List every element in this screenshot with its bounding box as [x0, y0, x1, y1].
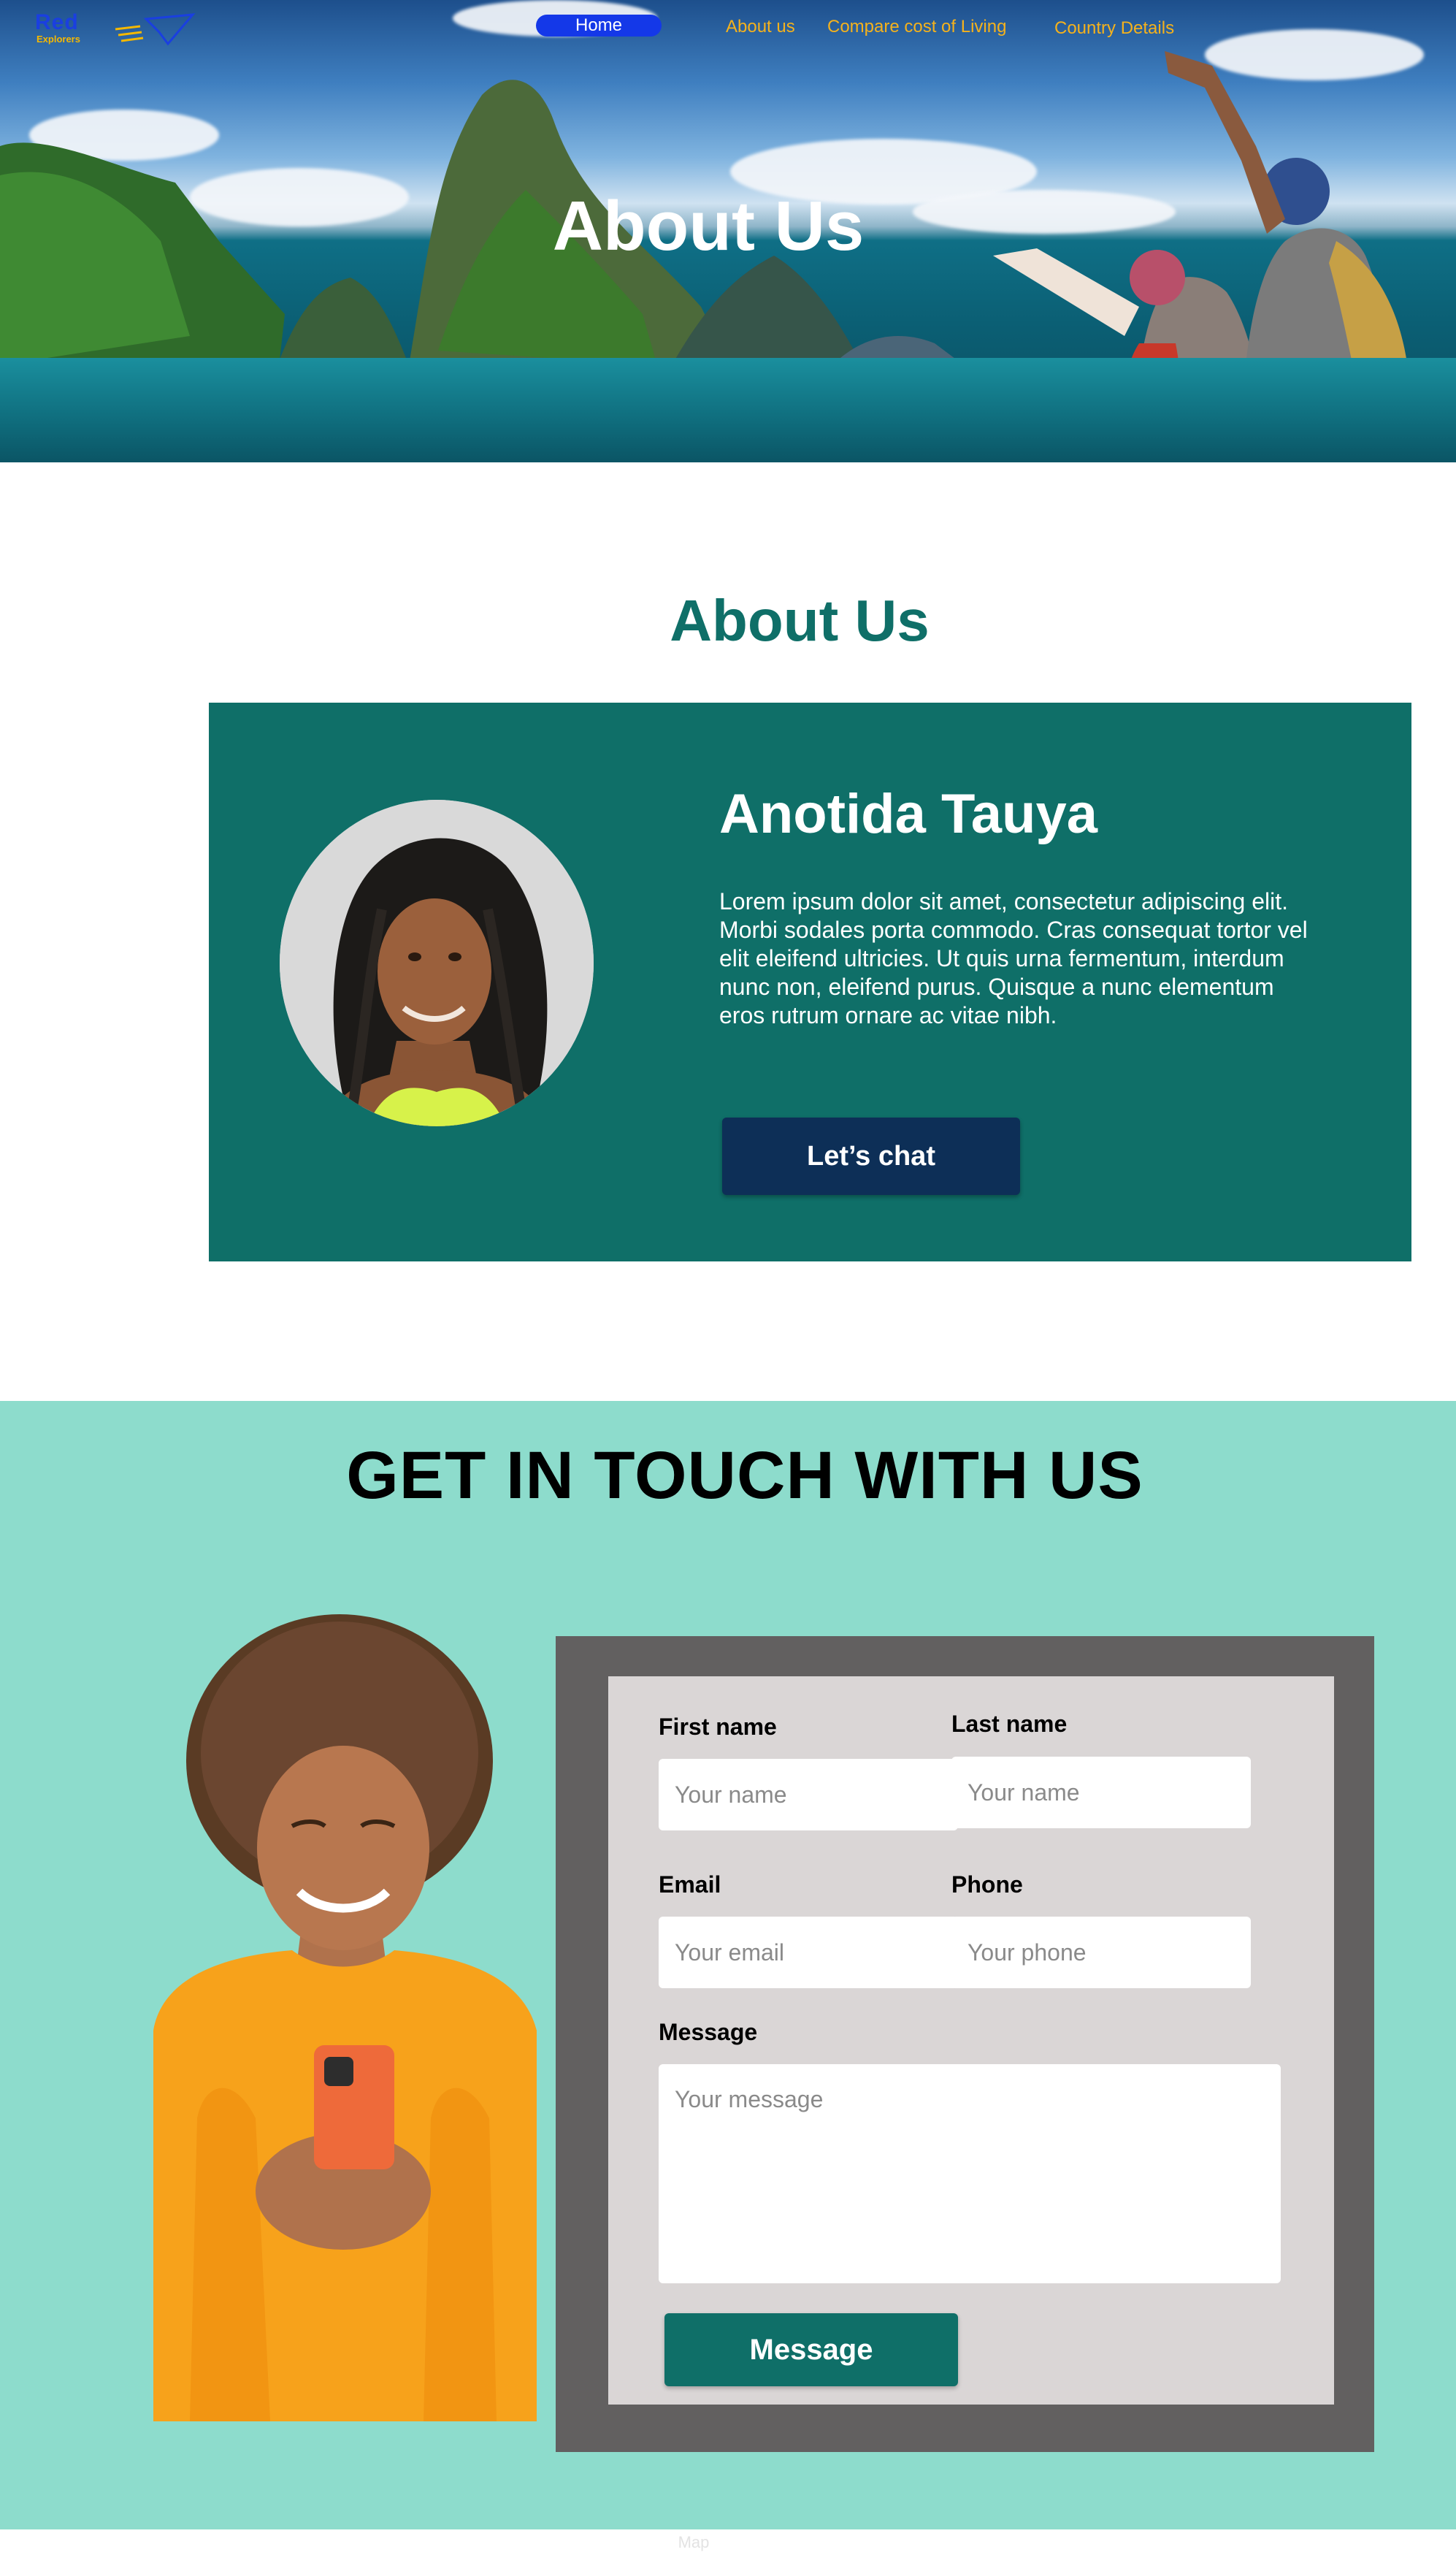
sea-water [0, 358, 1456, 462]
logo-wordmark: Red [35, 10, 79, 34]
profile-name: Anotida Tauya [719, 783, 1097, 845]
last-name-input[interactable]: Your name [951, 1757, 1251, 1828]
footer-map-label: Map [678, 2533, 710, 2551]
hero-title: About Us [552, 187, 865, 265]
message-textarea[interactable]: Your message [659, 2064, 1281, 2283]
person-portrait-image [280, 800, 594, 1126]
profile-avatar [280, 800, 594, 1126]
first-name-input[interactable]: Your name [659, 1759, 958, 1830]
profile-bio: Lorem ipsum dolor sit amet, consectetur … [719, 888, 1308, 1028]
woman-with-phone-image [146, 1607, 540, 2421]
first-name-label: First name [659, 1714, 777, 1740]
send-message-button[interactable]: Message [664, 2313, 958, 2386]
phone-input[interactable]: Your phone [951, 1917, 1251, 1988]
nav-about-us[interactable]: About us [726, 10, 795, 44]
email-input[interactable]: Your email [659, 1917, 958, 1988]
paper-plane-icon [115, 13, 196, 46]
nav-home[interactable]: Home [536, 15, 662, 37]
nav-country-details[interactable]: Country Details [1054, 12, 1174, 45]
about-heading: About Us [670, 588, 930, 653]
logo-tagline: Explorers [37, 34, 80, 45]
site-logo[interactable]: Red Explorers [35, 10, 196, 46]
email-label: Email [659, 1871, 721, 1898]
lets-chat-button[interactable]: Let’s chat [722, 1118, 1020, 1195]
last-name-label: Last name [951, 1711, 1068, 1737]
message-label: Message [659, 2019, 758, 2045]
contact-heading: GET IN TOUCH WITH US [346, 1438, 1143, 1513]
nav-compare-cost-of-living[interactable]: Compare cost of Living [827, 10, 1006, 44]
phone-label: Phone [951, 1871, 1023, 1898]
